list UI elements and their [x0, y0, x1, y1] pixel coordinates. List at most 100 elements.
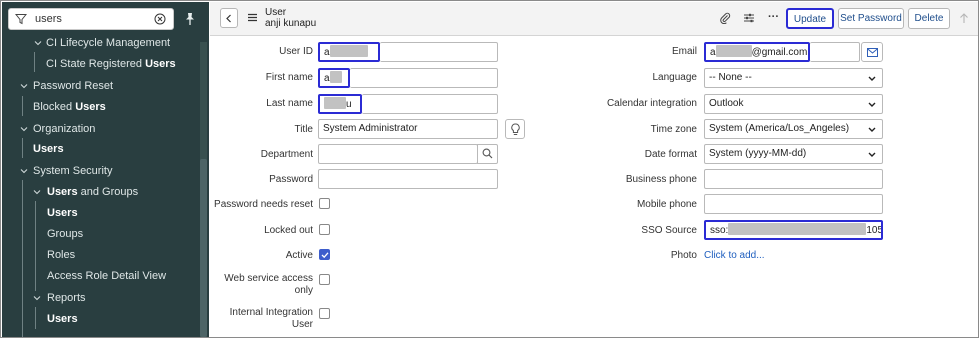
user-form: User ID a First name a Last name u Title… [210, 37, 978, 337]
nav-item-password-reset[interactable]: Password Reset [2, 76, 202, 96]
send-email-button[interactable] [861, 42, 883, 62]
chevron-down-icon [868, 102, 876, 107]
more-options-icon[interactable]: ··· [768, 11, 779, 23]
web-service-access-checkbox[interactable] [319, 274, 330, 285]
set-password-button[interactable]: Set Password [838, 8, 904, 29]
delete-button[interactable]: Delete [908, 8, 950, 29]
user-id-label: User ID [279, 46, 313, 57]
time-zone-select[interactable]: System (America/Los_Angeles) [704, 119, 883, 139]
nav-item-reports-users[interactable]: Users [2, 309, 202, 329]
nav-item-organization-users[interactable]: Users [2, 139, 202, 159]
nav-item-organization[interactable]: Organization [2, 119, 202, 139]
nav-item-reports[interactable]: Reports [2, 288, 202, 308]
sso-source-field[interactable]: sso: 105 [704, 220, 883, 240]
password-field[interactable] [318, 169, 498, 189]
password-needs-reset-checkbox[interactable] [319, 198, 330, 209]
photo-add-link[interactable]: Click to add... [704, 250, 765, 261]
label-line: only [294, 285, 313, 296]
active-checkbox[interactable] [319, 249, 330, 260]
web-service-access-label: Web service access only [224, 273, 313, 297]
redaction [329, 45, 368, 57]
nav-filter-input[interactable]: users [8, 8, 174, 30]
first-name-field-remainder[interactable] [350, 68, 498, 88]
nav-item-match: Users [47, 207, 78, 219]
update-button[interactable]: Update [786, 8, 834, 29]
active-label: Active [285, 250, 313, 261]
title-field[interactable]: System Administrator [318, 119, 498, 139]
sso-source-label: SSO Source [641, 225, 697, 236]
nav-item-access-role-detail-view[interactable]: Access Role Detail View [2, 266, 202, 286]
email-suffix: @gmail.com [751, 47, 808, 58]
calendar-integration-select[interactable]: Outlook [704, 94, 883, 114]
chevron-down-icon[interactable] [20, 82, 28, 90]
sso-suffix: 105 [866, 225, 883, 236]
chevron-down-icon[interactable] [34, 39, 42, 47]
settings-sliders-icon[interactable] [743, 12, 755, 24]
user-id-value: a [324, 47, 330, 58]
internal-integration-user-label: Internal Integration User [230, 307, 313, 331]
nav-item-label: Access Role Detail View [47, 270, 167, 282]
nav-item-match: Users [75, 101, 106, 113]
chevron-down-icon [868, 152, 876, 157]
nav-item-label: Reports [47, 292, 86, 304]
first-name-value: a [324, 73, 330, 84]
nav-item-system-security[interactable]: System Security [2, 161, 202, 181]
password-needs-reset-label: Password needs reset [214, 199, 313, 210]
department-field[interactable] [318, 144, 478, 164]
nav-item-users[interactable]: Users [2, 203, 202, 223]
language-select[interactable]: -- None -- [704, 68, 883, 88]
chevron-down-icon[interactable] [20, 167, 28, 175]
user-id-field[interactable]: a [318, 42, 380, 62]
nav-item-ci-state-registered-users[interactable]: CI State Registered Users [2, 54, 202, 74]
nav-item-groups[interactable]: Groups [2, 224, 202, 244]
last-name-field[interactable]: u [318, 94, 362, 114]
date-format-select[interactable]: System (yyyy-MM-dd) [704, 144, 883, 164]
language-value: -- None -- [709, 72, 752, 83]
nav-item-label: Groups [47, 228, 84, 240]
chevron-down-icon [868, 127, 876, 132]
user-id-field-remainder[interactable] [380, 42, 498, 62]
app-window: users CI Lifecycle Management CI State R… [0, 0, 979, 338]
paperclip-icon[interactable] [719, 12, 731, 24]
nav-item-users-and-groups[interactable]: Users and Groups [2, 182, 202, 202]
record-name: anji kunapu [265, 18, 317, 29]
photo-label: Photo [670, 250, 697, 261]
nav-item-label: CI Lifecycle Management [46, 37, 171, 49]
sso-prefix: sso: [710, 225, 729, 236]
password-label: Password [269, 174, 313, 185]
department-lookup-button[interactable] [477, 144, 498, 164]
last-name-field-remainder[interactable] [362, 94, 498, 114]
redaction [728, 223, 867, 235]
pin-icon[interactable] [183, 12, 197, 26]
chevron-down-icon[interactable] [20, 125, 28, 133]
nav-item-blocked-users[interactable]: Blocked Users [2, 97, 202, 117]
arrow-up-icon[interactable] [958, 12, 970, 24]
mobile-phone-field[interactable] [704, 194, 883, 214]
date-format-label: Date format [644, 149, 697, 160]
email-field[interactable]: a @gmail.com [704, 42, 810, 62]
last-name-value: u [346, 99, 352, 110]
clear-icon[interactable] [154, 13, 166, 25]
nav-item-roles[interactable]: Roles [2, 245, 202, 265]
left-nav: users CI Lifecycle Management CI State R… [2, 2, 209, 337]
calendar-integration-label: Calendar integration [606, 98, 697, 109]
email-prefix: a [710, 47, 716, 58]
chevron-down-icon[interactable] [33, 294, 41, 302]
email-field-remainder[interactable] [810, 42, 860, 62]
redaction [715, 45, 752, 57]
chevron-down-icon[interactable] [33, 188, 41, 196]
title-suggestion-button[interactable] [505, 119, 525, 139]
hamburger-menu-icon[interactable] [248, 13, 257, 22]
nav-item-label: System Security [33, 165, 113, 177]
filter-icon [15, 14, 27, 25]
record-type: User [265, 7, 287, 18]
nav-item-match: Users [145, 58, 176, 70]
nav-item-ci-lifecycle-management[interactable]: CI Lifecycle Management [2, 33, 202, 53]
nav-filter-value: users [35, 13, 62, 25]
business-phone-field[interactable] [704, 169, 883, 189]
internal-integration-user-checkbox[interactable] [319, 308, 330, 319]
nav-item-label: CI State Registered [46, 58, 146, 70]
back-button[interactable] [220, 8, 238, 28]
locked-out-checkbox[interactable] [319, 224, 330, 235]
first-name-field[interactable]: a [318, 68, 350, 88]
